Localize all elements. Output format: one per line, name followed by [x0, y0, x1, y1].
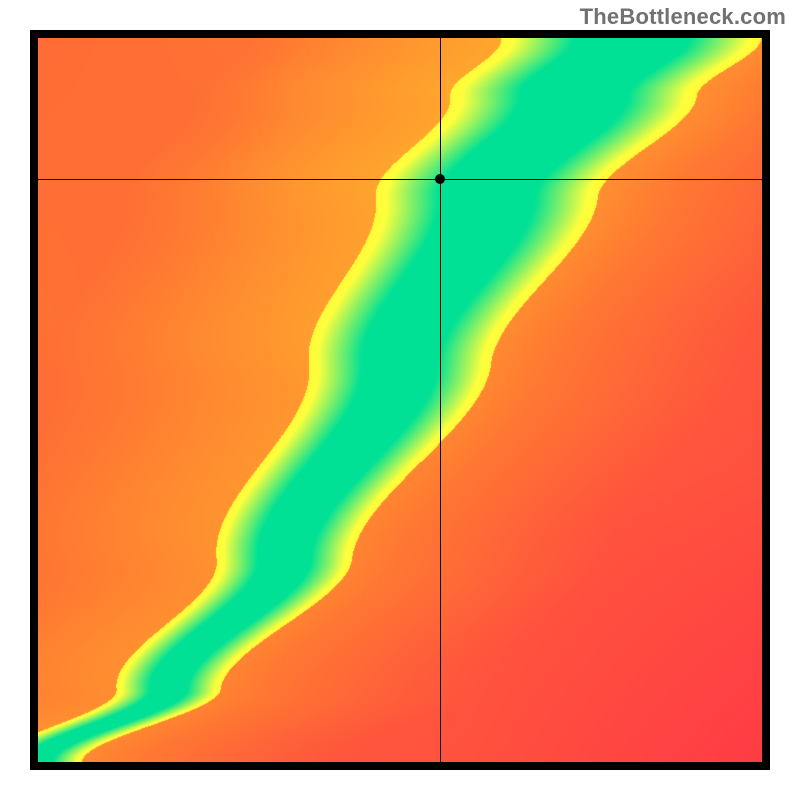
chart-frame	[30, 30, 770, 770]
crosshair-vertical	[440, 38, 441, 762]
chart-stage: TheBottleneck.com	[0, 0, 800, 800]
crosshair-horizontal	[38, 179, 762, 180]
chart-plot-area	[38, 38, 762, 762]
watermark-text: TheBottleneck.com	[580, 4, 786, 30]
data-point-marker	[435, 174, 445, 184]
heatmap-canvas	[38, 38, 762, 762]
